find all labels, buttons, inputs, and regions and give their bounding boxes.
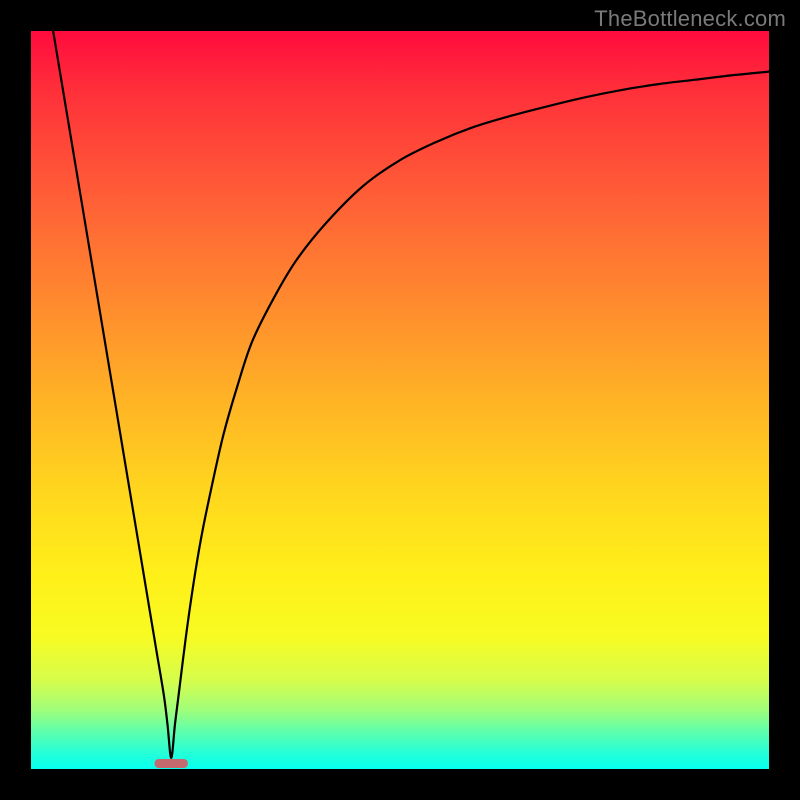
watermark-text: TheBottleneck.com [594, 6, 786, 32]
chart-frame: TheBottleneck.com [0, 0, 800, 800]
optimum-marker [155, 759, 188, 768]
bottleneck-curve [53, 31, 769, 758]
chart-overlay-svg [31, 31, 769, 769]
